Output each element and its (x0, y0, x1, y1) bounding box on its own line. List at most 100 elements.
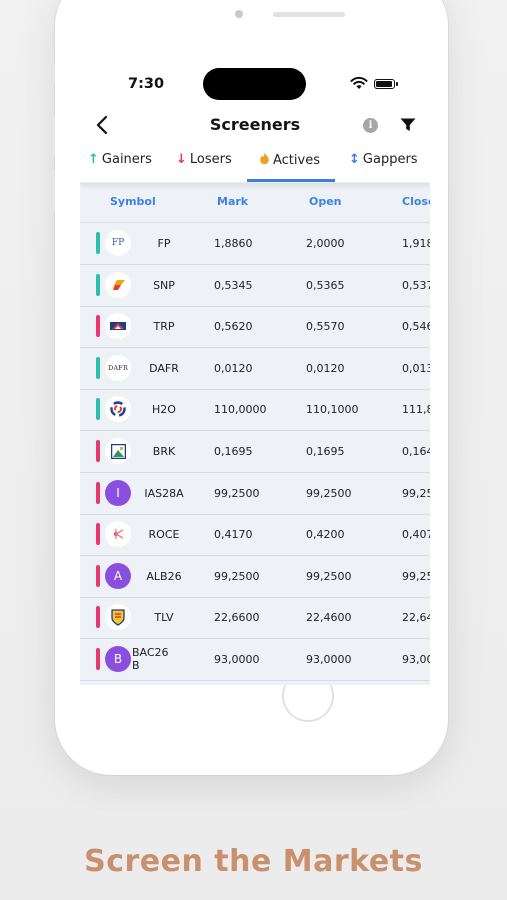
power-button (450, 125, 454, 185)
table-row[interactable]: BRK 0,1695 0,1695 0,164 (80, 431, 430, 473)
trend-down-indicator (96, 523, 100, 546)
open-cell: 93,0000 (306, 653, 352, 666)
volume-up-button (51, 115, 55, 157)
column-header-open[interactable]: Open (309, 195, 342, 208)
tab-label: Losers (189, 152, 232, 167)
trend-up-indicator (96, 398, 100, 421)
open-cell: 0,5365 (306, 278, 345, 292)
close-cell: 0,546 (402, 320, 430, 334)
mark-cell: 22,6600 (214, 611, 260, 625)
open-cell: 22,4600 (306, 611, 352, 625)
battery-icon (374, 79, 398, 89)
screener-table: Symbol Mark Open Close FP FP 1,8860 2,0000 1… (80, 182, 430, 685)
table-row[interactable]: H2O 110,0000 110,1000 111,80 (80, 389, 430, 432)
filter-icon[interactable] (400, 118, 416, 132)
company-logo-icon (105, 271, 131, 298)
tab-actives[interactable]: Actives (259, 152, 320, 178)
wifi-icon (350, 76, 368, 89)
close-cell: 0,164 (402, 445, 430, 458)
company-logo-icon: FP (105, 230, 131, 256)
symbol-cell: H2O (152, 403, 176, 417)
screener-tabs: ↑ Gainers ↓ Losers Actives ↕ Gappers (80, 146, 430, 183)
company-logo-icon (105, 521, 131, 548)
table-row[interactable]: TRP 0,5620 0,5570 0,546 (80, 306, 430, 349)
symbol-cell: SNP (153, 278, 175, 292)
info-icon[interactable]: i (363, 118, 378, 133)
letter-avatar: A (105, 562, 131, 589)
open-cell: 0,0120 (306, 361, 345, 375)
arrow-down-icon: ↓ (176, 152, 187, 167)
status-time: 7:30 (128, 76, 165, 92)
open-cell: 0,1695 (306, 445, 345, 458)
symbol-cell: FP (157, 237, 171, 250)
company-logo-icon (105, 438, 131, 464)
dynamic-island (203, 68, 306, 100)
table-row[interactable]: DAFR DAFR 0,0120 0,0120 0,013 (80, 348, 430, 390)
status-bar: 7:30 (80, 60, 430, 108)
tab-label: Gainers (101, 152, 152, 167)
table-row[interactable]: TLV 22,6600 22,4600 22,64 (80, 597, 430, 640)
trend-up-indicator (96, 356, 100, 379)
close-cell: 22,64 (402, 611, 430, 625)
mark-cell: 110,0000 (214, 403, 267, 417)
symbol-cell: BRK (152, 445, 176, 458)
open-cell: 0,5570 (306, 320, 345, 334)
tab-gainers[interactable]: ↑ Gainers (88, 152, 152, 178)
close-cell: 111,80 (402, 403, 430, 417)
volume-down-button (51, 170, 55, 212)
open-cell: 99,2500 (306, 486, 352, 500)
mark-cell: 99,2500 (214, 486, 260, 500)
mark-cell: 1,8860 (214, 237, 253, 250)
symbol-cell: BAC26 B (132, 646, 169, 672)
fire-icon (260, 152, 269, 165)
active-tab-indicator (247, 179, 335, 182)
trend-up-indicator (96, 273, 100, 296)
close-cell: 0,013 (402, 361, 430, 375)
trend-up-indicator (96, 232, 100, 254)
letter-avatar: B (105, 646, 131, 672)
open-cell: 0,4200 (306, 528, 345, 542)
tab-label: Gappers (362, 152, 418, 167)
close-cell: 93,00 (402, 653, 430, 666)
mark-cell: 0,5345 (214, 278, 253, 292)
column-header-mark[interactable]: Mark (217, 195, 248, 208)
mark-cell: 0,4170 (214, 528, 253, 542)
open-cell: 99,2500 (306, 569, 352, 583)
tagline: Screen the Markets (84, 844, 423, 879)
company-logo-icon: DAFR (105, 354, 131, 381)
column-header-symbol[interactable]: Symbol (110, 195, 156, 208)
table-row[interactable]: FP FP 1,8860 2,0000 1,918 (80, 223, 430, 265)
table-row[interactable]: BBAC26 B 93,0000 93,0000 93,00 (80, 639, 430, 681)
mark-cell: 0,1695 (214, 445, 253, 458)
table-row[interactable]: ROCE 0,4170 0,4200 0,407 (80, 514, 430, 557)
arrow-updown-icon: ↕ (349, 152, 360, 167)
mark-cell: 99,2500 (214, 569, 260, 583)
close-cell: 99,25 (402, 486, 430, 500)
symbol-cell: IAS28A (144, 486, 184, 500)
trend-down-indicator (96, 648, 100, 670)
table-row[interactable]: A ALB26 99,2500 99,2500 99,25 (80, 556, 430, 598)
close-cell: 1,918 (402, 237, 430, 250)
mute-switch (51, 62, 55, 84)
mark-cell: 0,5620 (214, 320, 253, 334)
tab-gappers[interactable]: ↕ Gappers (349, 152, 418, 178)
nav-bar: Screeners i (80, 108, 430, 144)
column-header-close[interactable]: Close (402, 195, 430, 208)
symbol-cell: TLV (154, 611, 174, 625)
tab-losers[interactable]: ↓ Losers (176, 152, 232, 178)
trend-down-indicator (96, 564, 100, 587)
mark-cell: 93,0000 (214, 653, 260, 666)
table-header: Symbol Mark Open Close (80, 182, 430, 223)
open-cell: 110,1000 (306, 403, 359, 417)
table-row[interactable]: SNP 0,5345 0,5365 0,537 (80, 265, 430, 307)
trend-down-indicator (96, 481, 100, 504)
letter-avatar: I (105, 479, 131, 506)
table-row[interactable]: I IAS28A 99,2500 99,2500 99,25 (80, 473, 430, 515)
close-cell: 99,25 (402, 569, 430, 583)
company-logo-icon (105, 313, 131, 340)
close-cell: 0,407 (402, 528, 430, 542)
mark-cell: 0,0120 (214, 361, 253, 375)
company-logo-icon (105, 396, 131, 423)
camera (235, 10, 243, 18)
speaker (273, 12, 345, 17)
